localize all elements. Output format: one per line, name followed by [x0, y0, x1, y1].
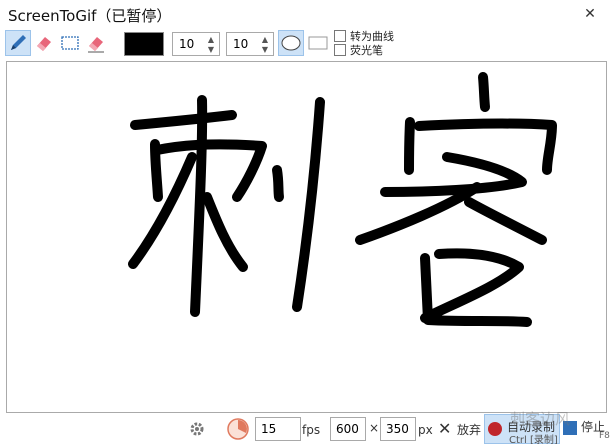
chevron-up-icon[interactable]: ▲: [260, 35, 270, 45]
eraser-tool-button[interactable]: [31, 30, 57, 56]
px-label: px: [418, 423, 433, 437]
erase-selection-button[interactable]: [83, 30, 109, 56]
fps-input[interactable]: 15: [255, 417, 301, 441]
rectangle-tip-button[interactable]: [305, 30, 331, 56]
eraser-alt-icon: [88, 37, 104, 53]
ellipse-tip-icon: [281, 35, 301, 51]
color-swatch[interactable]: [124, 32, 164, 56]
close-icon: ✕: [438, 419, 452, 438]
fit-to-curve-checkbox[interactable]: [334, 30, 346, 42]
discard-label: 放弃: [457, 423, 482, 437]
highlighter-checkbox[interactable]: [334, 44, 346, 56]
handwriting-strokes: [128, 72, 557, 327]
highlighter-label: 荧光笔: [350, 44, 383, 57]
pen-width-value: 10: [179, 37, 195, 51]
close-icon: ✕: [584, 6, 596, 22]
pen-height-stepper[interactable]: 10 ▲ ▼: [226, 32, 274, 56]
fps-label: fps: [302, 423, 321, 437]
record-shortcut: Ctrl [录制]: [509, 435, 558, 444]
ellipse-tip-button[interactable]: [278, 30, 304, 56]
height-input[interactable]: 350: [380, 417, 416, 441]
rect-select-icon: [61, 36, 79, 50]
chevron-down-icon[interactable]: ▼: [260, 45, 270, 55]
ink-canvas[interactable]: [6, 61, 607, 413]
eraser-icon: [37, 37, 51, 51]
discard-button[interactable]: ✕ 放弃: [436, 417, 482, 441]
watermark-text: 刺客边风: [510, 410, 571, 428]
times-sign: ×: [369, 421, 380, 435]
chevron-up-icon[interactable]: ▲: [206, 35, 216, 45]
close-button[interactable]: ✕: [578, 4, 602, 24]
chevron-down-icon[interactable]: ▼: [206, 45, 216, 55]
drawing-toolbar: 10 ▲ ▼ 10 ▲ ▼ 转为曲线 荧光笔: [0, 28, 613, 61]
pen-height-value: 10: [233, 37, 249, 51]
stop-shortcut: F8: [599, 431, 610, 441]
pen-tool-button[interactable]: [5, 30, 31, 56]
window-title: ScreenToGif（已暂停）: [8, 7, 172, 25]
pen-width-stepper[interactable]: 10 ▲ ▼: [172, 32, 220, 56]
rectangle-tip-icon: [308, 36, 328, 50]
pen-icon: [11, 35, 26, 50]
select-tool-button[interactable]: [57, 30, 83, 56]
gear-icon: [190, 422, 204, 436]
settings-button[interactable]: [188, 420, 206, 441]
frame-rate-dial[interactable]: [226, 417, 250, 441]
record-icon: [488, 422, 502, 436]
width-input[interactable]: 600: [330, 417, 366, 441]
title-bar: ScreenToGif（已暂停） ✕: [0, 0, 613, 28]
timer-dial-icon: [227, 418, 249, 440]
